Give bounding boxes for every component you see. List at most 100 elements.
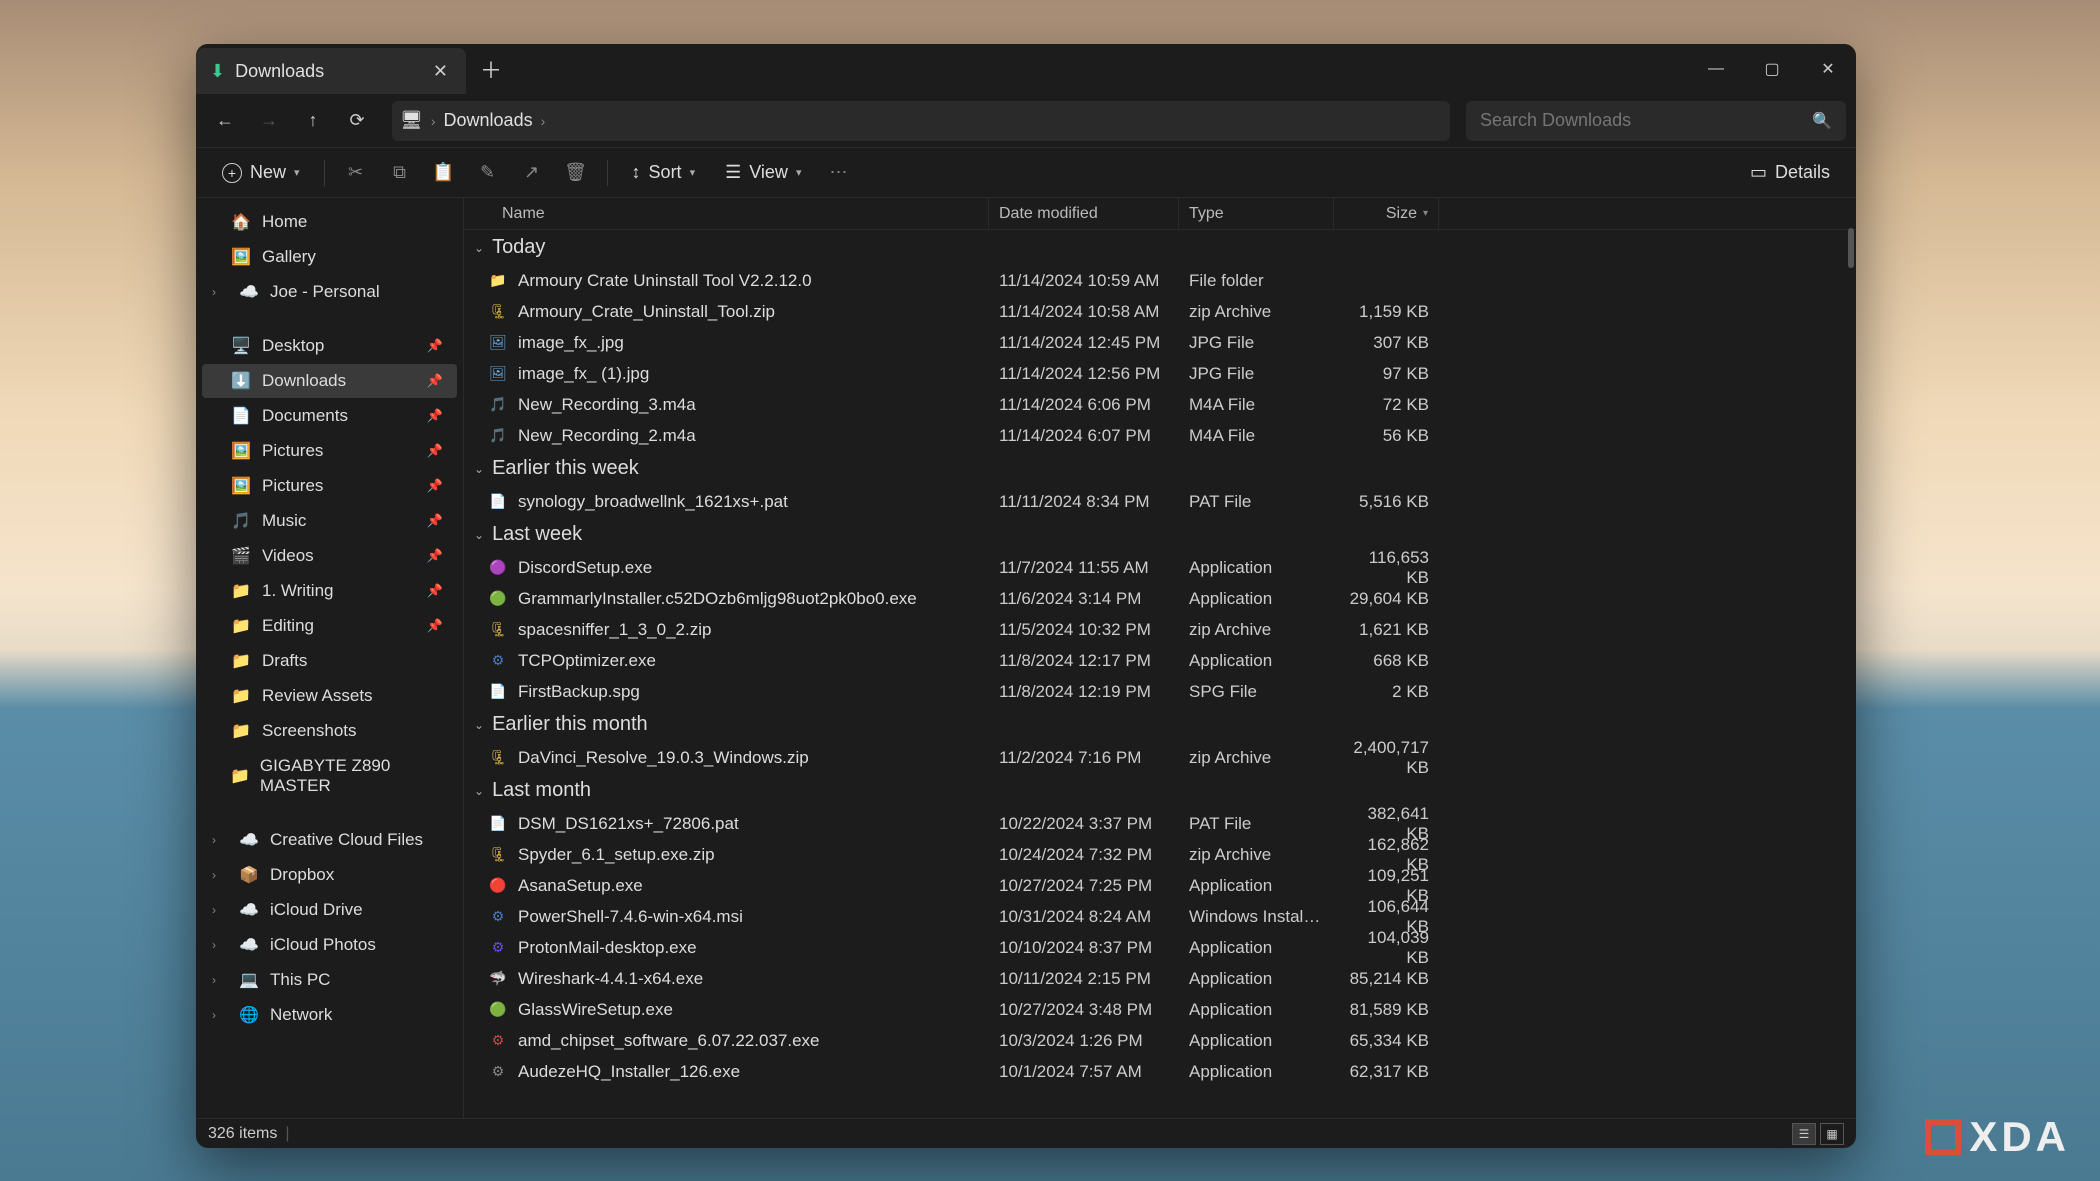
details-view-toggle[interactable]: ☰ [1792,1123,1816,1145]
file-row[interactable]: 🎵New_Recording_3.m4a11/14/2024 6:06 PMM4… [464,389,1856,420]
minimize-button[interactable]: — [1688,44,1744,94]
col-type[interactable]: Type [1179,198,1334,229]
file-row[interactable]: 📄DSM_DS1621xs+_72806.pat10/22/2024 3:37 … [464,808,1856,839]
file-row[interactable]: ⚙amd_chipset_software_6.07.22.037.exe10/… [464,1025,1856,1056]
paste-button[interactable]: 📋 [425,154,463,191]
sidebar-item-downloads[interactable]: ⬇️Downloads📌 [202,364,457,398]
file-date: 11/14/2024 12:56 PM [989,364,1179,384]
sidebar-item-1-writing[interactable]: 📁1. Writing📌 [202,574,457,608]
file-row[interactable]: 📄synology_broadwellnk_1621xs+.pat11/11/2… [464,486,1856,517]
file-row[interactable]: 🖼image_fx_ (1).jpg11/14/2024 12:56 PMJPG… [464,358,1856,389]
sidebar-item-review-assets[interactable]: 📁Review Assets [202,679,457,713]
delete-button[interactable]: 🗑 [557,154,595,191]
file-date: 11/14/2024 6:06 PM [989,395,1179,415]
new-button[interactable]: +New▾ [210,154,312,191]
chevron-right-icon: › [212,868,228,882]
col-size[interactable]: Size▾ [1334,198,1439,229]
file-row[interactable]: 🗜spacesniffer_1_3_0_2.zip11/5/2024 10:32… [464,614,1856,645]
new-tab-button[interactable]: ＋ [466,44,516,94]
pin-icon: 📌 [427,408,443,424]
file-name: GrammarlyInstaller.c52DOzb6mljg98uot2pk0… [518,589,917,609]
file-row[interactable]: 📄FirstBackup.spg11/8/2024 12:19 PMSPG Fi… [464,676,1856,707]
group-header[interactable]: ⌄Earlier this month [464,707,1856,742]
file-date: 11/14/2024 12:45 PM [989,333,1179,353]
xda-logo: XDA [1925,1113,2070,1161]
file-row[interactable]: 🟢GrammarlyInstaller.c52DOzb6mljg98uot2pk… [464,583,1856,614]
sidebar-item-editing[interactable]: 📁Editing📌 [202,609,457,643]
file-date: 11/8/2024 12:17 PM [989,651,1179,671]
sort-button[interactable]: ↕ Sort▾ [620,154,708,191]
sidebar-label: Pictures [262,476,323,496]
sidebar-item-dropbox[interactable]: ›📦Dropbox [202,858,457,892]
sidebar-item-pictures[interactable]: 🖼️Pictures📌 [202,469,457,503]
file-row[interactable]: 🦈Wireshark-4.4.1-x64.exe10/11/2024 2:15 … [464,963,1856,994]
sidebar-item-pictures[interactable]: 🖼️Pictures📌 [202,434,457,468]
file-row[interactable]: 🖼image_fx_.jpg11/14/2024 12:45 PMJPG Fil… [464,327,1856,358]
up-button[interactable]: ↑ [294,102,332,140]
sidebar-item-gallery[interactable]: 🖼️Gallery [202,240,457,274]
sidebar-item-music[interactable]: 🎵Music📌 [202,504,457,538]
sidebar-item-this-pc[interactable]: ›💻This PC [202,963,457,997]
sidebar-item-creative-cloud-files[interactable]: ›☁️Creative Cloud Files [202,823,457,857]
chevron-right-icon[interactable]: › [541,113,546,129]
search-box[interactable]: 🔍 [1466,101,1846,141]
group-header[interactable]: ⌄Last week [464,517,1856,552]
rename-button[interactable]: ✎ [469,154,507,191]
file-icon: 🖼 [488,364,508,384]
details-pane-button[interactable]: ▭ Details [1738,154,1842,191]
sidebar-item-icloud-photos[interactable]: ›☁️iCloud Photos [202,928,457,962]
view-button[interactable]: ☰ View▾ [713,154,813,191]
chevron-down-icon: ⌄ [474,462,484,476]
cut-button[interactable]: ✂ [337,154,375,191]
file-list: ⌄Today📁Armoury Crate Uninstall Tool V2.2… [464,230,1856,1118]
group-header[interactable]: ⌄Earlier this week [464,451,1856,486]
file-icon: 🦈 [488,969,508,989]
file-icon: ⚙ [488,651,508,671]
sidebar-item-screenshots[interactable]: 📁Screenshots [202,714,457,748]
file-row[interactable]: 🟣DiscordSetup.exe11/7/2024 11:55 AMAppli… [464,552,1856,583]
group-header[interactable]: ⌄Today [464,230,1856,265]
file-row[interactable]: 🟢GlassWireSetup.exe10/27/2024 3:48 PMApp… [464,994,1856,1025]
close-window-button[interactable]: ✕ [1800,44,1856,94]
sidebar-item-joe-personal[interactable]: ›☁️Joe - Personal [202,275,457,309]
file-row[interactable]: ⚙PowerShell-7.4.6-win-x64.msi10/31/2024 … [464,901,1856,932]
sidebar-item-icloud-drive[interactable]: ›☁️iCloud Drive [202,893,457,927]
copy-button[interactable]: ⧉ [381,154,419,191]
thumb-view-toggle[interactable]: ▦ [1820,1123,1844,1145]
back-button[interactable]: ← [206,102,244,140]
breadcrumb-segment[interactable]: Downloads [444,110,533,131]
file-row[interactable]: 📁Armoury Crate Uninstall Tool V2.2.12.01… [464,265,1856,296]
file-row[interactable]: ⚙ProtonMail-desktop.exe10/10/2024 8:37 P… [464,932,1856,963]
share-button[interactable]: ↗ [513,154,551,191]
sidebar-item-documents[interactable]: 📄Documents📌 [202,399,457,433]
sidebar-item-videos[interactable]: 🎬Videos📌 [202,539,457,573]
file-row[interactable]: 🔴AsanaSetup.exe10/27/2024 7:25 PMApplica… [464,870,1856,901]
search-input[interactable] [1480,110,1812,131]
sidebar-item-desktop[interactable]: 🖥️Desktop📌 [202,329,457,363]
group-header[interactable]: ⌄Last month [464,773,1856,808]
file-row[interactable]: 🗜Armoury_Crate_Uninstall_Tool.zip11/14/2… [464,296,1856,327]
more-button[interactable]: ⋯ [819,154,857,191]
file-type: M4A File [1179,426,1334,446]
file-row[interactable]: 🗜Spyder_6.1_setup.exe.zip10/24/2024 7:32… [464,839,1856,870]
sidebar-item-network[interactable]: ›🌐Network [202,998,457,1032]
col-name[interactable]: Name [464,198,989,229]
sidebar-item-home[interactable]: 🏠Home [202,205,457,239]
search-icon[interactable]: 🔍 [1812,111,1832,131]
sidebar-item-drafts[interactable]: 📁Drafts [202,644,457,678]
file-row[interactable]: 🎵New_Recording_2.m4a11/14/2024 6:07 PMM4… [464,420,1856,451]
sidebar-label: Gallery [262,247,316,267]
tab-downloads[interactable]: ⬇ Downloads ✕ [196,48,466,94]
file-icon: ⚙ [488,1062,508,1082]
scrollbar[interactable] [1848,228,1854,268]
refresh-button[interactable]: ⟳ [338,102,376,140]
file-row[interactable]: ⚙TCPOptimizer.exe11/8/2024 12:17 PMAppli… [464,645,1856,676]
maximize-button[interactable]: ▢ [1744,44,1800,94]
col-date[interactable]: Date modified [989,198,1179,229]
close-tab-icon[interactable]: ✕ [429,57,452,86]
sidebar-item-gigabyte-z890-master[interactable]: 📁GIGABYTE Z890 MASTER [202,749,457,803]
breadcrumb[interactable]: 🖥 › Downloads › [392,101,1450,141]
file-row[interactable]: ⚙AudezeHQ_Installer_126.exe10/1/2024 7:5… [464,1056,1856,1087]
forward-button[interactable]: → [250,102,288,140]
file-row[interactable]: 🗜DaVinci_Resolve_19.0.3_Windows.zip11/2/… [464,742,1856,773]
